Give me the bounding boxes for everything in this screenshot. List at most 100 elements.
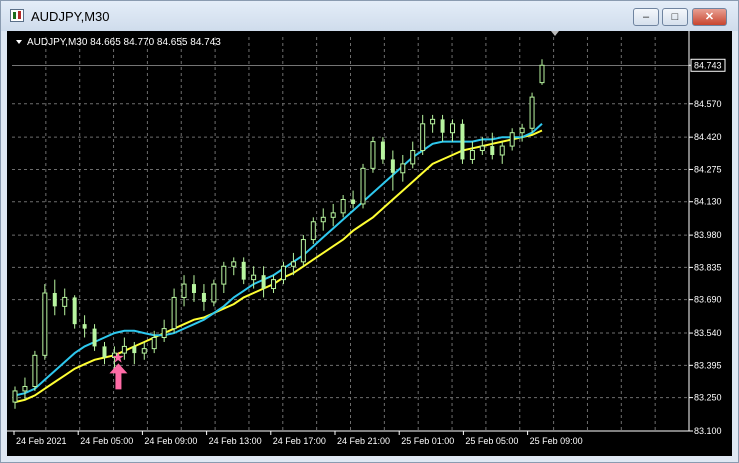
y-tick-label: 83.395 <box>694 360 722 370</box>
candle-body-bull <box>12 390 18 403</box>
candle-body-bear <box>72 297 77 325</box>
y-tick-label: 83.690 <box>694 295 722 305</box>
candle-body-bull <box>320 216 326 223</box>
candle-body-bull <box>141 348 147 354</box>
chart-area[interactable]: ★ 84.743 84.570 84.420 84.275 84.130 83.980 83… <box>7 31 732 456</box>
candle-body-bull <box>151 337 157 350</box>
candle <box>450 119 456 142</box>
candle <box>92 324 97 351</box>
candle <box>330 203 336 227</box>
candle-body-bull <box>370 141 376 169</box>
x-tick-label: 25 Feb 05:00 <box>465 436 518 446</box>
candle <box>280 261 286 285</box>
y-tick-label: 84.130 <box>694 197 722 207</box>
x-tick-label: 25 Feb 01:00 <box>401 436 454 446</box>
x-tick-label: 24 Feb 13:00 <box>209 436 262 446</box>
candle-body-bull <box>529 96 535 129</box>
minimize-button[interactable]: – <box>633 8 659 26</box>
candle-body-bull <box>509 132 515 147</box>
candle <box>460 119 465 164</box>
candle-body-bull <box>310 221 316 241</box>
candle-body-bull <box>271 279 277 290</box>
candle-body-bull <box>450 123 456 134</box>
candle <box>310 217 316 245</box>
candle-body-bear <box>82 324 87 329</box>
price-chart[interactable]: ★ 84.743 84.570 84.420 84.275 84.130 83.980 83… <box>7 31 732 456</box>
candle <box>469 141 475 164</box>
candles <box>12 59 545 409</box>
candle-body-bull <box>42 292 48 356</box>
x-tick-label: 25 Feb 09:00 <box>530 436 583 446</box>
candle-body-bull <box>469 150 475 160</box>
candle <box>271 275 277 293</box>
title-bar[interactable]: AUDJPY,M30 – □ ✕ <box>1 1 738 31</box>
candle <box>181 275 187 307</box>
x-tick-label: 24 Feb 05:00 <box>80 436 133 446</box>
candle <box>430 114 436 133</box>
y-tick-label: 83.980 <box>694 230 722 240</box>
candle-body-bull <box>400 163 406 174</box>
candle-body-bull <box>161 328 167 339</box>
header-dropdown-icon[interactable] <box>16 40 22 44</box>
candle <box>370 137 376 173</box>
x-tick-label: 24 Feb 17:00 <box>273 436 326 446</box>
candle-body-bull <box>32 354 38 387</box>
close-button[interactable]: ✕ <box>692 8 727 26</box>
candle <box>320 208 326 231</box>
candle <box>539 59 545 85</box>
candle-body-bear <box>191 284 196 293</box>
x-tick-label: 24 Feb 2021 <box>16 436 67 446</box>
candle <box>12 386 18 409</box>
candle <box>22 377 28 400</box>
window-title: AUDJPY,M30 <box>31 9 110 24</box>
candle-body-bear <box>460 123 465 160</box>
candle <box>141 341 147 360</box>
y-tick-label: 83.540 <box>694 328 722 338</box>
x-tick-label: 24 Feb 09:00 <box>144 436 197 446</box>
candle <box>201 284 206 311</box>
candle-body-bear <box>201 292 206 302</box>
candle <box>42 284 48 360</box>
chart-shift-marker-icon[interactable] <box>551 31 559 36</box>
candle <box>191 275 196 302</box>
candle <box>300 235 306 267</box>
candle-body-bear <box>440 119 445 133</box>
chart-window: AUDJPY,M30 – □ ✕ ★ 84.743 84.570 84.420 84.… <box>0 0 739 463</box>
candle-body-bull <box>430 118 436 125</box>
candle-body-bear <box>92 328 97 347</box>
candle-body-bull <box>231 261 237 267</box>
y-tick-label: 84.570 <box>694 99 722 109</box>
current-price-label: 84.743 <box>694 60 722 70</box>
candle-body-bull <box>499 145 505 156</box>
candle <box>410 141 416 169</box>
candle-body-bull <box>519 127 525 134</box>
ma-fast-line <box>14 123 543 397</box>
candle <box>32 350 38 391</box>
candle-body-bull <box>290 261 296 267</box>
candle <box>390 150 395 191</box>
candle <box>241 257 246 285</box>
axes: 84.743 84.570 84.420 84.275 84.130 83.980 83.8… <box>7 31 726 446</box>
y-tick-label: 83.835 <box>694 262 722 272</box>
candle-body-bear <box>261 275 266 289</box>
y-tick-label: 83.100 <box>694 426 722 436</box>
candle <box>340 195 346 218</box>
candle-body-bull <box>251 274 257 281</box>
candle <box>509 128 515 151</box>
candle-body-bull <box>360 167 366 205</box>
candle <box>351 190 356 209</box>
candle-body-bear <box>102 346 107 358</box>
maximize-button[interactable]: □ <box>662 8 688 26</box>
candle-body-bear <box>351 199 356 204</box>
candle-body-bear <box>241 261 246 280</box>
candle-body-bull <box>171 296 177 330</box>
candle <box>102 341 107 365</box>
y-tick-label: 84.275 <box>694 164 722 174</box>
candle <box>519 123 525 142</box>
candle <box>440 114 445 142</box>
candle-body-bear <box>390 159 395 173</box>
candle-body-bear <box>380 141 385 160</box>
candle-body-bear <box>490 146 495 155</box>
candle <box>231 257 237 276</box>
candle-body-bull <box>62 296 68 307</box>
